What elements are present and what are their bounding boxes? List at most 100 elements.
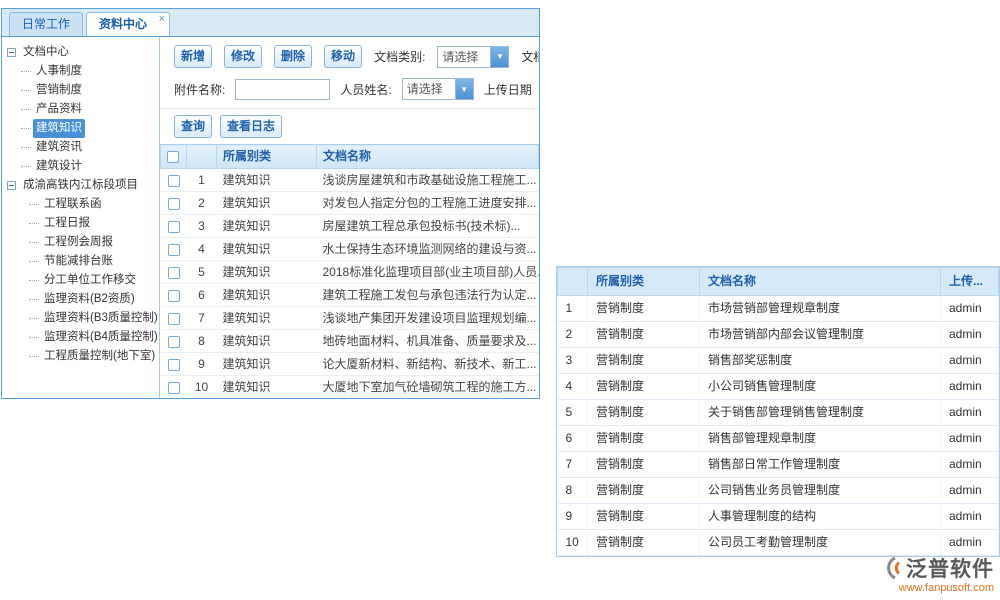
document-row[interactable]: 8建筑知识地砖地面材料、机具准备、质量要求及...: [161, 330, 539, 353]
tree-connector: [29, 337, 39, 338]
document-row[interactable]: 3营销制度销售部奖惩制度admin: [558, 348, 999, 374]
tree-item[interactable]: 工程例会周报: [2, 233, 159, 252]
row-number: 7: [558, 452, 588, 478]
toolbar-row-query: 查询 查看日志: [160, 108, 539, 144]
document-row[interactable]: 5建筑知识2018标准化监理项目部(业主项目部)人员...: [161, 261, 539, 284]
category-header[interactable]: 所属别类: [217, 145, 317, 169]
document-row[interactable]: 9营销制度人事管理制度的结构admin: [558, 504, 999, 530]
document-row[interactable]: 1建筑知识浅谈房屋建筑和市政基础设施工程施工...: [161, 169, 539, 192]
select-all-cell: [161, 145, 187, 169]
tree-connector: [29, 356, 39, 357]
add-button[interactable]: 新增: [174, 45, 212, 68]
attachment-name-input[interactable]: [235, 79, 330, 100]
row-checkbox-cell: [161, 353, 187, 376]
document-row[interactable]: 4营销制度小公司销售管理制度admin: [558, 374, 999, 400]
delete-button[interactable]: 删除: [274, 45, 312, 68]
row-checkbox[interactable]: [168, 336, 180, 348]
document-row[interactable]: 9建筑知识论大厦新材料、新结构、新技术、新工...: [161, 353, 539, 376]
tree-item[interactable]: 建筑资讯: [2, 138, 159, 157]
tree-item[interactable]: 工程质量控制(地下室): [2, 347, 159, 366]
row-category: 建筑知识: [217, 330, 317, 353]
doc-category-select[interactable]: 请选择 ▼: [437, 46, 509, 68]
document-row[interactable]: 2建筑知识对发包人指定分包的工程施工进度安排...: [161, 192, 539, 215]
row-category: 营销制度: [588, 426, 700, 452]
row-number: 10: [558, 530, 588, 556]
tree-item[interactable]: 监理资料(B4质量控制): [2, 328, 159, 347]
row-checkbox[interactable]: [168, 290, 180, 302]
document-row[interactable]: 3建筑知识房屋建筑工程总承包投标书(技术标)...: [161, 215, 539, 238]
fanpu-logo-icon: [878, 555, 904, 581]
tree-item[interactable]: 工程日报: [2, 214, 159, 233]
row-doc-name: 公司员工考勤管理制度: [700, 530, 941, 556]
tree-item-label: 工程日报: [41, 214, 93, 233]
upload-date-label: 上传日期: [484, 81, 532, 98]
category-header[interactable]: 所属别类: [588, 268, 700, 296]
tree-item-label: 建筑设计: [33, 157, 85, 176]
tab-daily-work-label: 日常工作: [22, 17, 70, 31]
tab-data-center[interactable]: 资料中心 ×: [86, 12, 170, 36]
document-row[interactable]: 7建筑知识浅谈地产集团开发建设项目监理规划编...: [161, 307, 539, 330]
row-uploader: admin: [941, 400, 999, 426]
view-log-button[interactable]: 查看日志: [220, 115, 282, 138]
tree-item-label: 工程质量控制(地下室): [41, 347, 158, 366]
document-row[interactable]: 8营销制度公司销售业务员管理制度admin: [558, 478, 999, 504]
row-checkbox-cell: [161, 192, 187, 215]
tree-item[interactable]: 节能减排台账: [2, 252, 159, 271]
person-name-select[interactable]: 请选择 ▼: [402, 78, 474, 100]
tree-connector: [29, 318, 39, 319]
row-checkbox[interactable]: [168, 382, 180, 394]
doc-name-header[interactable]: 文档名称: [317, 145, 539, 169]
document-row[interactable]: 4建筑知识水土保持生态环境监测网络的建设与资...: [161, 238, 539, 261]
tree-item[interactable]: 建筑知识: [2, 119, 159, 138]
document-row[interactable]: 10营销制度公司员工考勤管理制度admin: [558, 530, 999, 556]
collapse-icon[interactable]: [7, 48, 16, 57]
tree-item-label: 监理资料(B2资质): [41, 290, 138, 309]
doc-name-header[interactable]: 文档名称: [700, 268, 941, 296]
row-checkbox[interactable]: [168, 267, 180, 279]
chevron-down-icon[interactable]: ▼: [490, 47, 508, 67]
row-checkbox[interactable]: [168, 221, 180, 233]
row-checkbox[interactable]: [168, 198, 180, 210]
tree-item[interactable]: 成渝高铁内江标段项目: [2, 176, 159, 195]
row-category: 营销制度: [588, 452, 700, 478]
document-row[interactable]: 7营销制度销售部日常工作管理制度admin: [558, 452, 999, 478]
document-row[interactable]: 6建筑知识建筑工程施工发包与承包违法行为认定...: [161, 284, 539, 307]
tree-item[interactable]: 监理资料(B2资质): [2, 290, 159, 309]
row-checkbox[interactable]: [168, 175, 180, 187]
tree-item-label: 人事制度: [33, 62, 85, 81]
select-all-checkbox[interactable]: [167, 151, 179, 163]
document-row[interactable]: 2营销制度市场营销部内部会议管理制度admin: [558, 322, 999, 348]
document-row[interactable]: 10建筑知识大厦地下室加气砼墙砌筑工程的施工方...: [161, 376, 539, 399]
fanpu-logo: 泛普软件 www.fanpusoft.com: [838, 553, 998, 594]
modify-button[interactable]: 修改: [224, 45, 262, 68]
row-number: 6: [558, 426, 588, 452]
logo-text: 泛普软件: [906, 553, 994, 583]
tree-item[interactable]: 营销制度: [2, 81, 159, 100]
tree-item-label: 工程联系函: [41, 195, 105, 214]
chevron-down-icon[interactable]: ▼: [455, 79, 473, 99]
query-button[interactable]: 查询: [174, 115, 212, 138]
document-row[interactable]: 1营销制度市场营销部管理规章制度admin: [558, 296, 999, 322]
tree-item[interactable]: 文档中心: [2, 43, 159, 62]
tree-item[interactable]: 产品资料: [2, 100, 159, 119]
row-checkbox-cell: [161, 238, 187, 261]
tree-item[interactable]: 分工单位工作移交: [2, 271, 159, 290]
tree-item[interactable]: 建筑设计: [2, 157, 159, 176]
document-row[interactable]: 6营销制度销售部管理规章制度admin: [558, 426, 999, 452]
collapse-icon[interactable]: [7, 181, 16, 190]
row-doc-name: 论大厦新材料、新结构、新技术、新工...: [317, 353, 539, 376]
tab-daily-work[interactable]: 日常工作: [9, 12, 83, 36]
tree-item[interactable]: 人事制度: [2, 62, 159, 81]
row-checkbox[interactable]: [168, 359, 180, 371]
document-row[interactable]: 5营销制度关于销售部管理销售管理制度admin: [558, 400, 999, 426]
toolbar-row-actions: 新增 修改 删除 移动 文档类别: 请选择 ▼ 文档: [160, 37, 539, 73]
row-checkbox[interactable]: [168, 313, 180, 325]
tab-close-icon[interactable]: ×: [159, 14, 165, 25]
uploader-header[interactable]: 上传...: [941, 268, 999, 296]
move-button[interactable]: 移动: [324, 45, 362, 68]
row-checkbox[interactable]: [168, 244, 180, 256]
tree-item[interactable]: 监理资料(B3质量控制): [2, 309, 159, 328]
tree-connector: [29, 299, 39, 300]
tree-item-label: 文档中心: [20, 43, 72, 62]
tree-item[interactable]: 工程联系函: [2, 195, 159, 214]
